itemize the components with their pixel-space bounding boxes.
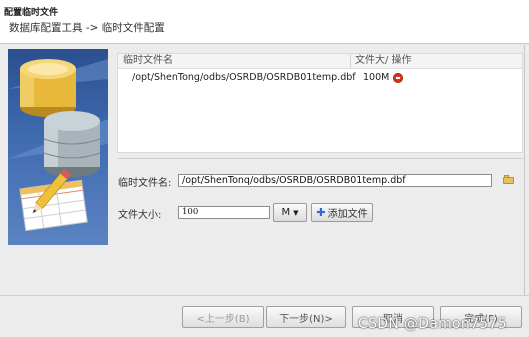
database-illustration (8, 49, 108, 245)
wizard-header: 配置临时文件 数据库配置工具 -> 临时文件配置 (0, 0, 529, 44)
file-size-cell: 100M (351, 72, 522, 83)
file-size-value: 100M (363, 72, 390, 83)
browse-folder-icon[interactable] (503, 175, 515, 185)
temp-file-table: 临时文件名 文件大/ 操作 /opt/ShenTong/odbs/OSRDB/O… (117, 53, 523, 153)
file-name-cell: /opt/ShenTong/odbs/OSRDB/OSRDB01temp.dbf (132, 72, 356, 83)
database-spreadsheet-illustration (8, 59, 108, 232)
size-unit-select[interactable]: M ▼ (273, 203, 307, 222)
size-unit-value: M (281, 207, 291, 218)
breadcrumb: 数据库配置工具 -> 临时文件配置 (9, 22, 165, 34)
table-row[interactable]: /opt/ShenTong/odbs/OSRDB/OSRDB01temp.dbf… (118, 69, 522, 86)
prev-button[interactable]: <上一步(B) (182, 306, 264, 328)
chevron-down-icon: ▼ (293, 208, 299, 217)
add-file-button[interactable]: ✚ 添加文件 (311, 203, 373, 222)
file-name-input[interactable]: /opt/ShenTonq/odbs/OSRDB/OSRDB01temp.dbf (178, 174, 492, 187)
next-button[interactable]: 下一步(N)> (266, 306, 346, 328)
column-header-name[interactable]: 临时文件名 (118, 54, 351, 68)
plus-icon: ✚ (316, 205, 326, 219)
file-size-label: 文件大小: (118, 210, 162, 221)
add-file-label: 添加文件 (327, 209, 368, 220)
table-header: 临时文件名 文件大/ 操作 (118, 54, 522, 69)
file-size-input[interactable]: 100 (178, 206, 270, 219)
column-header-size-action[interactable]: 文件大/ 操作 (351, 54, 522, 68)
window-edge (524, 45, 529, 295)
remove-icon[interactable] (393, 72, 404, 83)
file-name-label: 临时文件名: (118, 178, 172, 189)
wizard-content: 临时文件名 文件大/ 操作 /opt/ShenTong/odbs/OSRDB/O… (0, 45, 529, 295)
dialog-title: 配置临时文件 (4, 8, 59, 18)
divider (117, 158, 525, 159)
watermark: CSDN @Damon7575 (358, 316, 507, 332)
